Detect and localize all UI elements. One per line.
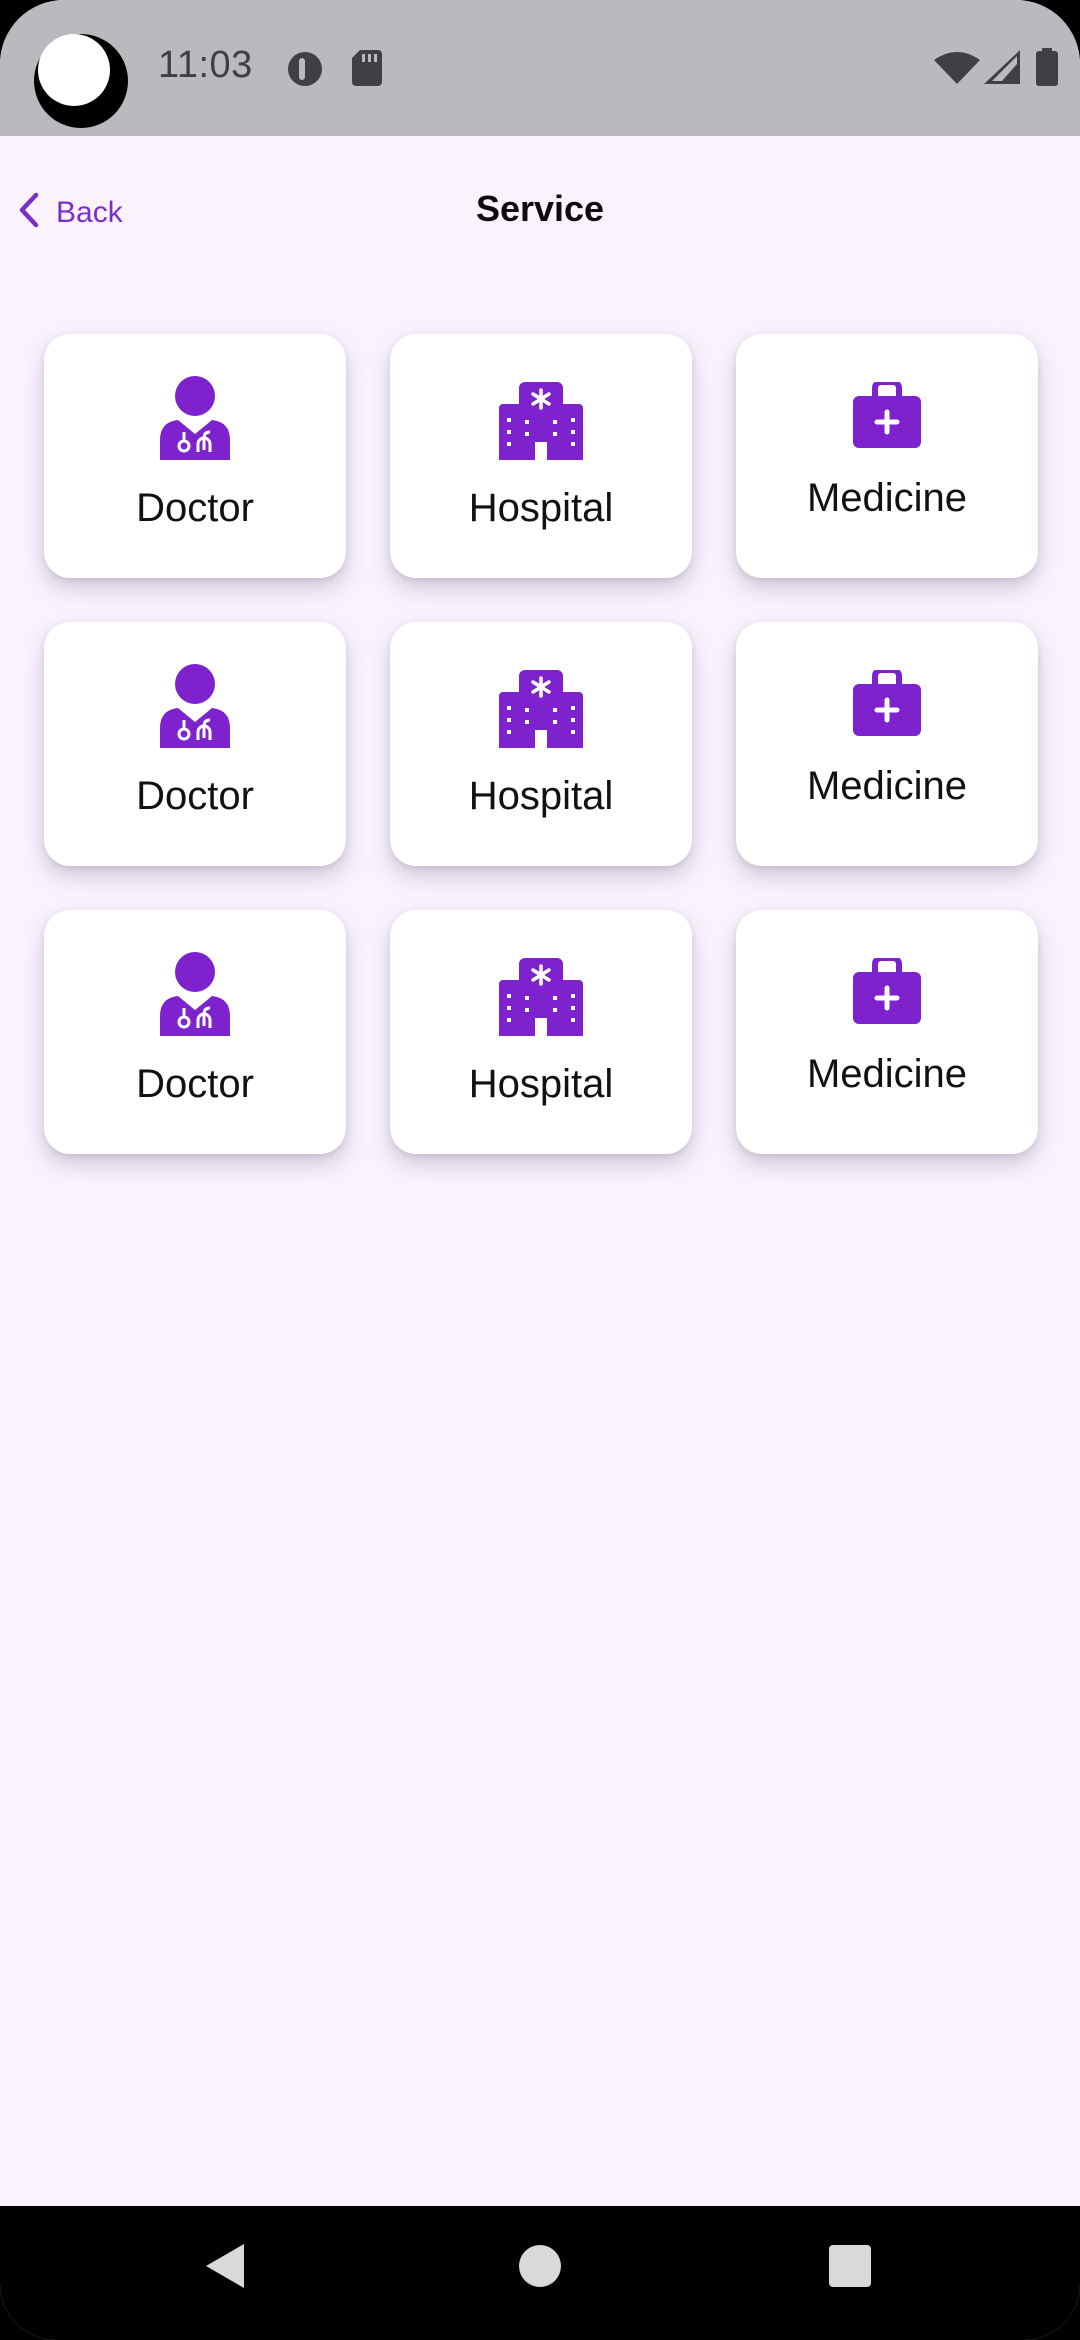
service-card-doctor[interactable]: Doctor xyxy=(44,910,346,1154)
camera-cutout xyxy=(34,34,128,128)
doctor-icon xyxy=(160,952,230,1041)
service-card-label: Medicine xyxy=(806,764,968,808)
app-screen: 11:03 Back Service Doctor Hospital Medic… xyxy=(0,0,1080,2340)
service-card-hospital[interactable]: Hospital xyxy=(390,334,692,578)
app-header: Back Service xyxy=(0,136,1080,286)
service-card-label: Doctor xyxy=(136,1062,254,1106)
hospital-icon xyxy=(499,376,583,465)
service-card-label: Hospital xyxy=(468,1062,614,1106)
back-nav-icon[interactable] xyxy=(202,2242,246,2295)
doctor-icon xyxy=(160,664,230,753)
medicine-icon xyxy=(853,955,921,1029)
home-nav-icon[interactable] xyxy=(518,2244,562,2293)
service-card-label: Medicine xyxy=(806,476,968,520)
service-card-label: Hospital xyxy=(468,774,614,818)
sd-card-icon xyxy=(352,50,382,91)
signal-icon xyxy=(984,50,1020,89)
service-card-label: Doctor xyxy=(136,486,254,530)
system-nav-bar xyxy=(0,2206,1080,2340)
hospital-icon xyxy=(499,664,583,753)
medicine-icon xyxy=(853,379,921,453)
wifi-icon xyxy=(934,52,980,89)
recents-nav-icon[interactable] xyxy=(828,2244,872,2293)
service-grid: Doctor Hospital Medicine Doctor Hospital… xyxy=(44,334,1038,1154)
page-title: Service xyxy=(475,188,605,229)
service-card-hospital[interactable]: Hospital xyxy=(390,910,692,1154)
status-bar: 11:03 xyxy=(0,0,1080,136)
doctor-icon xyxy=(160,376,230,465)
service-card-label: Hospital xyxy=(468,486,614,530)
medicine-icon xyxy=(853,667,921,741)
service-card-label: Doctor xyxy=(136,774,254,818)
service-card-medicine[interactable]: Medicine xyxy=(736,910,1038,1154)
hospital-icon xyxy=(499,952,583,1041)
service-card-hospital[interactable]: Hospital xyxy=(390,622,692,866)
service-card-medicine[interactable]: Medicine xyxy=(736,622,1038,866)
service-card-medicine[interactable]: Medicine xyxy=(736,334,1038,578)
pill-icon xyxy=(286,50,324,93)
service-card-doctor[interactable]: Doctor xyxy=(44,622,346,866)
battery-icon xyxy=(1036,48,1058,91)
service-card-label: Medicine xyxy=(806,1052,968,1096)
service-card-doctor[interactable]: Doctor xyxy=(44,334,346,578)
status-time: 11:03 xyxy=(158,44,253,86)
